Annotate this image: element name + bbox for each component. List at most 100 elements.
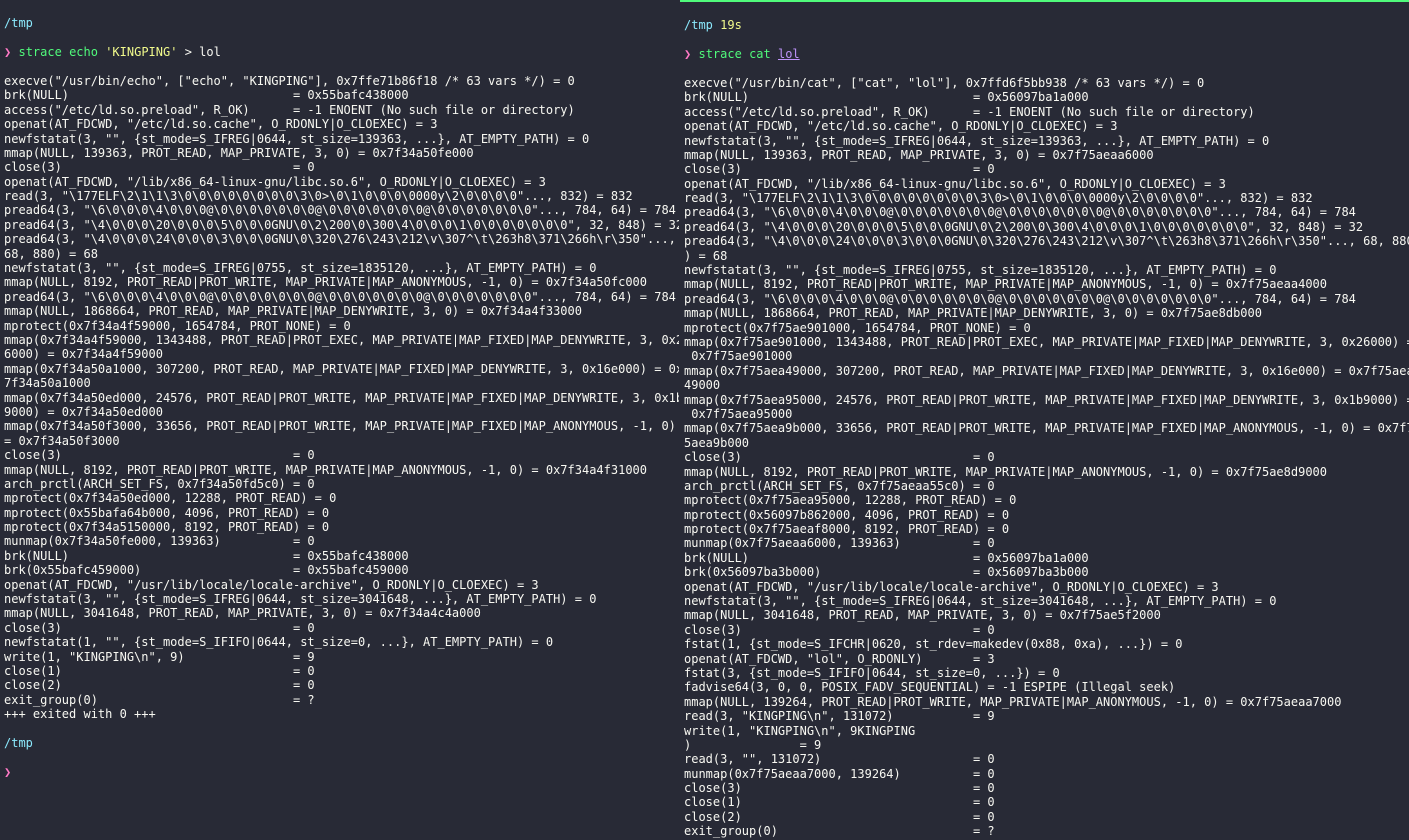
output-line: close(3) = 0: [684, 623, 1405, 637]
strace-output-left: execve("/usr/bin/echo", ["echo", "KINGPI…: [4, 74, 675, 722]
output-line: write(1, "KINGPING\n", 9KINGPING: [684, 724, 1405, 738]
cwd-path: /tmp: [4, 736, 33, 750]
output-line: close(3) = 0: [684, 781, 1405, 795]
output-line: brk(0x55bafc459000) = 0x55bafc459000: [4, 563, 675, 577]
output-line: newfstatat(3, "", {st_mode=S_IFREG|0644,…: [684, 134, 1405, 148]
output-line: = 0x7f34a50f3000: [4, 434, 675, 448]
output-line: mprotect(0x7f34a4f59000, 1654784, PROT_N…: [4, 319, 675, 333]
output-line: 49000: [684, 378, 1405, 392]
output-line: mmap(0x7f34a4f59000, 1343488, PROT_READ|…: [4, 333, 675, 347]
output-line: arch_prctl(ARCH_SET_FS, 0x7f75aeaa55c0) …: [684, 479, 1405, 493]
cwd-path: /tmp: [4, 16, 33, 30]
output-line: brk(NULL) = 0x56097ba1a000: [684, 90, 1405, 104]
output-line: close(3) = 0: [684, 162, 1405, 176]
prompt-icon: ❯: [4, 45, 11, 59]
output-line: mprotect(0x56097b862000, 4096, PROT_READ…: [684, 508, 1405, 522]
output-line: execve("/usr/bin/echo", ["echo", "KINGPI…: [4, 74, 675, 88]
output-line: 9000) = 0x7f34a50ed000: [4, 405, 675, 419]
output-line: mmap(NULL, 1868664, PROT_READ, MAP_PRIVA…: [684, 306, 1405, 320]
output-line: pread64(3, "\4\0\0\0\24\0\0\0\3\0\0\0GNU…: [684, 234, 1405, 248]
output-line: close(3) = 0: [4, 448, 675, 462]
output-line: close(3) = 0: [4, 160, 675, 174]
output-line: read(3, "\177ELF\2\1\1\3\0\0\0\0\0\0\0\0…: [4, 189, 675, 203]
output-line: openat(AT_FDCWD, "/etc/ld.so.cache", O_R…: [684, 119, 1405, 133]
output-line: ) = 68: [684, 249, 1405, 263]
output-line: mprotect(0x7f75aea95000, 12288, PROT_REA…: [684, 493, 1405, 507]
output-line: mmap(0x7f34a50f3000, 33656, PROT_READ|PR…: [4, 419, 675, 433]
command-redirect: > lol: [185, 45, 221, 59]
output-line: mprotect(0x7f34a5150000, 8192, PROT_READ…: [4, 520, 675, 534]
output-line: newfstatat(3, "", {st_mode=S_IFREG|0644,…: [684, 594, 1405, 608]
output-line: mprotect(0x7f34a50ed000, 12288, PROT_REA…: [4, 491, 675, 505]
output-line: mmap(NULL, 8192, PROT_READ|PROT_WRITE, M…: [4, 275, 675, 289]
output-line: pread64(3, "\4\0\0\0\20\0\0\0\5\0\0\0GNU…: [4, 218, 675, 232]
output-line: mmap(0x7f34a50ed000, 24576, PROT_READ|PR…: [4, 391, 675, 405]
output-line: newfstatat(1, "", {st_mode=S_IFIFO|0644,…: [4, 635, 675, 649]
output-line: mmap(0x7f75aea49000, 307200, PROT_READ, …: [684, 364, 1405, 378]
output-line: brk(NULL) = 0x56097ba1a000: [684, 551, 1405, 565]
output-line: mprotect(0x7f75aeaf8000, 8192, PROT_READ…: [684, 522, 1405, 536]
output-line: 68, 880) = 68: [4, 247, 675, 261]
output-line: ) = 9: [684, 738, 1405, 752]
output-line: exit_group(0) = ?: [684, 824, 1405, 838]
output-line: close(2) = 0: [684, 810, 1405, 824]
output-line: 0x7f75aea95000: [684, 407, 1405, 421]
output-line: openat(AT_FDCWD, "/lib/x86_64-linux-gnu/…: [4, 175, 675, 189]
command-arg: cat: [749, 47, 771, 61]
output-line: mmap(NULL, 3041648, PROT_READ, MAP_PRIVA…: [4, 606, 675, 620]
output-line: access("/etc/ld.so.preload", R_OK) = -1 …: [684, 105, 1405, 119]
output-line: mmap(NULL, 8192, PROT_READ|PROT_WRITE, M…: [684, 465, 1405, 479]
output-line: openat(AT_FDCWD, "/usr/lib/locale/locale…: [684, 580, 1405, 594]
output-line: exit_group(0) = ?: [4, 693, 675, 707]
output-line: 5aea9b000: [684, 436, 1405, 450]
output-line: munmap(0x7f75aeaa7000, 139264) = 0: [684, 767, 1405, 781]
output-line: openat(AT_FDCWD, "lol", O_RDONLY) = 3: [684, 652, 1405, 666]
output-line: close(3) = 0: [4, 621, 675, 635]
output-line: newfstatat(3, "", {st_mode=S_IFREG|0644,…: [4, 132, 675, 146]
output-line: close(3) = 0: [684, 450, 1405, 464]
output-line: mmap(NULL, 1868664, PROT_READ, MAP_PRIVA…: [4, 304, 675, 318]
output-line: fstat(1, {st_mode=S_IFCHR|0620, st_rdev=…: [684, 637, 1405, 651]
output-line: arch_prctl(ARCH_SET_FS, 0x7f34a50fd5c0) …: [4, 477, 675, 491]
terminal-pane-left[interactable]: /tmp ❯ strace echo 'KINGPING' > lol exec…: [0, 0, 680, 840]
output-line: fadvise64(3, 0, 0, POSIX_FADV_SEQUENTIAL…: [684, 680, 1405, 694]
output-line: brk(0x56097ba3b000) = 0x56097ba3b000: [684, 565, 1405, 579]
output-line: pread64(3, "\4\0\0\0\24\0\0\0\3\0\0\0GNU…: [4, 232, 675, 246]
output-line: pread64(3, "\6\0\0\0\4\0\0\0@\0\0\0\0\0\…: [684, 205, 1405, 219]
output-line: mmap(0x7f34a50a1000, 307200, PROT_READ, …: [4, 362, 675, 376]
command-string: 'KINGPING': [105, 45, 177, 59]
output-line: newfstatat(3, "", {st_mode=S_IFREG|0755,…: [4, 261, 675, 275]
output-line: mmap(NULL, 139363, PROT_READ, MAP_PRIVAT…: [684, 148, 1405, 162]
output-line: read(3, "", 131072) = 0: [684, 752, 1405, 766]
prompt-icon: ❯: [684, 47, 691, 61]
output-line: mprotect(0x55bafa64b000, 4096, PROT_READ…: [4, 506, 675, 520]
output-line: close(2) = 0: [4, 678, 675, 692]
command-binary: strace: [18, 45, 61, 59]
output-line: mmap(0x7f75aea95000, 24576, PROT_READ|PR…: [684, 393, 1405, 407]
output-line: write(1, "KINGPING\n", 9) = 9: [4, 650, 675, 664]
output-line: brk(NULL) = 0x55bafc438000: [4, 88, 675, 102]
output-line: 6000) = 0x7f34a4f59000: [4, 347, 675, 361]
output-line: openat(AT_FDCWD, "/etc/ld.so.cache", O_R…: [4, 117, 675, 131]
output-line: fstat(3, {st_mode=S_IFIFO|0644, st_size=…: [684, 666, 1405, 680]
terminal-pane-right[interactable]: /tmp 19s ❯ strace cat lol execve("/usr/b…: [680, 0, 1409, 840]
output-line: openat(AT_FDCWD, "/usr/lib/locale/locale…: [4, 578, 675, 592]
output-line: mprotect(0x7f75ae901000, 1654784, PROT_N…: [684, 321, 1405, 335]
output-line: close(1) = 0: [684, 795, 1405, 809]
output-line: access("/etc/ld.so.preload", R_OK) = -1 …: [4, 103, 675, 117]
output-line: munmap(0x7f75aeaa6000, 139363) = 0: [684, 536, 1405, 550]
output-line: munmap(0x7f34a50fe000, 139363) = 0: [4, 534, 675, 548]
strace-output-right: execve("/usr/bin/cat", ["cat", "lol"], 0…: [684, 76, 1405, 840]
output-line: mmap(NULL, 139264, PROT_READ|PROT_WRITE,…: [684, 695, 1405, 709]
output-line: read(3, "KINGPING\n", 131072) = 9: [684, 709, 1405, 723]
command-binary: strace: [698, 47, 741, 61]
duration: 19s: [720, 18, 742, 32]
output-line: read(3, "\177ELF\2\1\1\3\0\0\0\0\0\0\0\0…: [684, 191, 1405, 205]
output-line: pread64(3, "\6\0\0\0\4\0\0\0@\0\0\0\0\0\…: [4, 203, 675, 217]
output-line: execve("/usr/bin/cat", ["cat", "lol"], 0…: [684, 76, 1405, 90]
output-line: +++ exited with 0 +++: [4, 707, 675, 721]
output-line: close(1) = 0: [4, 664, 675, 678]
prompt-icon: ❯: [4, 765, 11, 779]
command-arg: echo: [69, 45, 98, 59]
output-line: mmap(0x7f75ae901000, 1343488, PROT_READ|…: [684, 335, 1405, 349]
